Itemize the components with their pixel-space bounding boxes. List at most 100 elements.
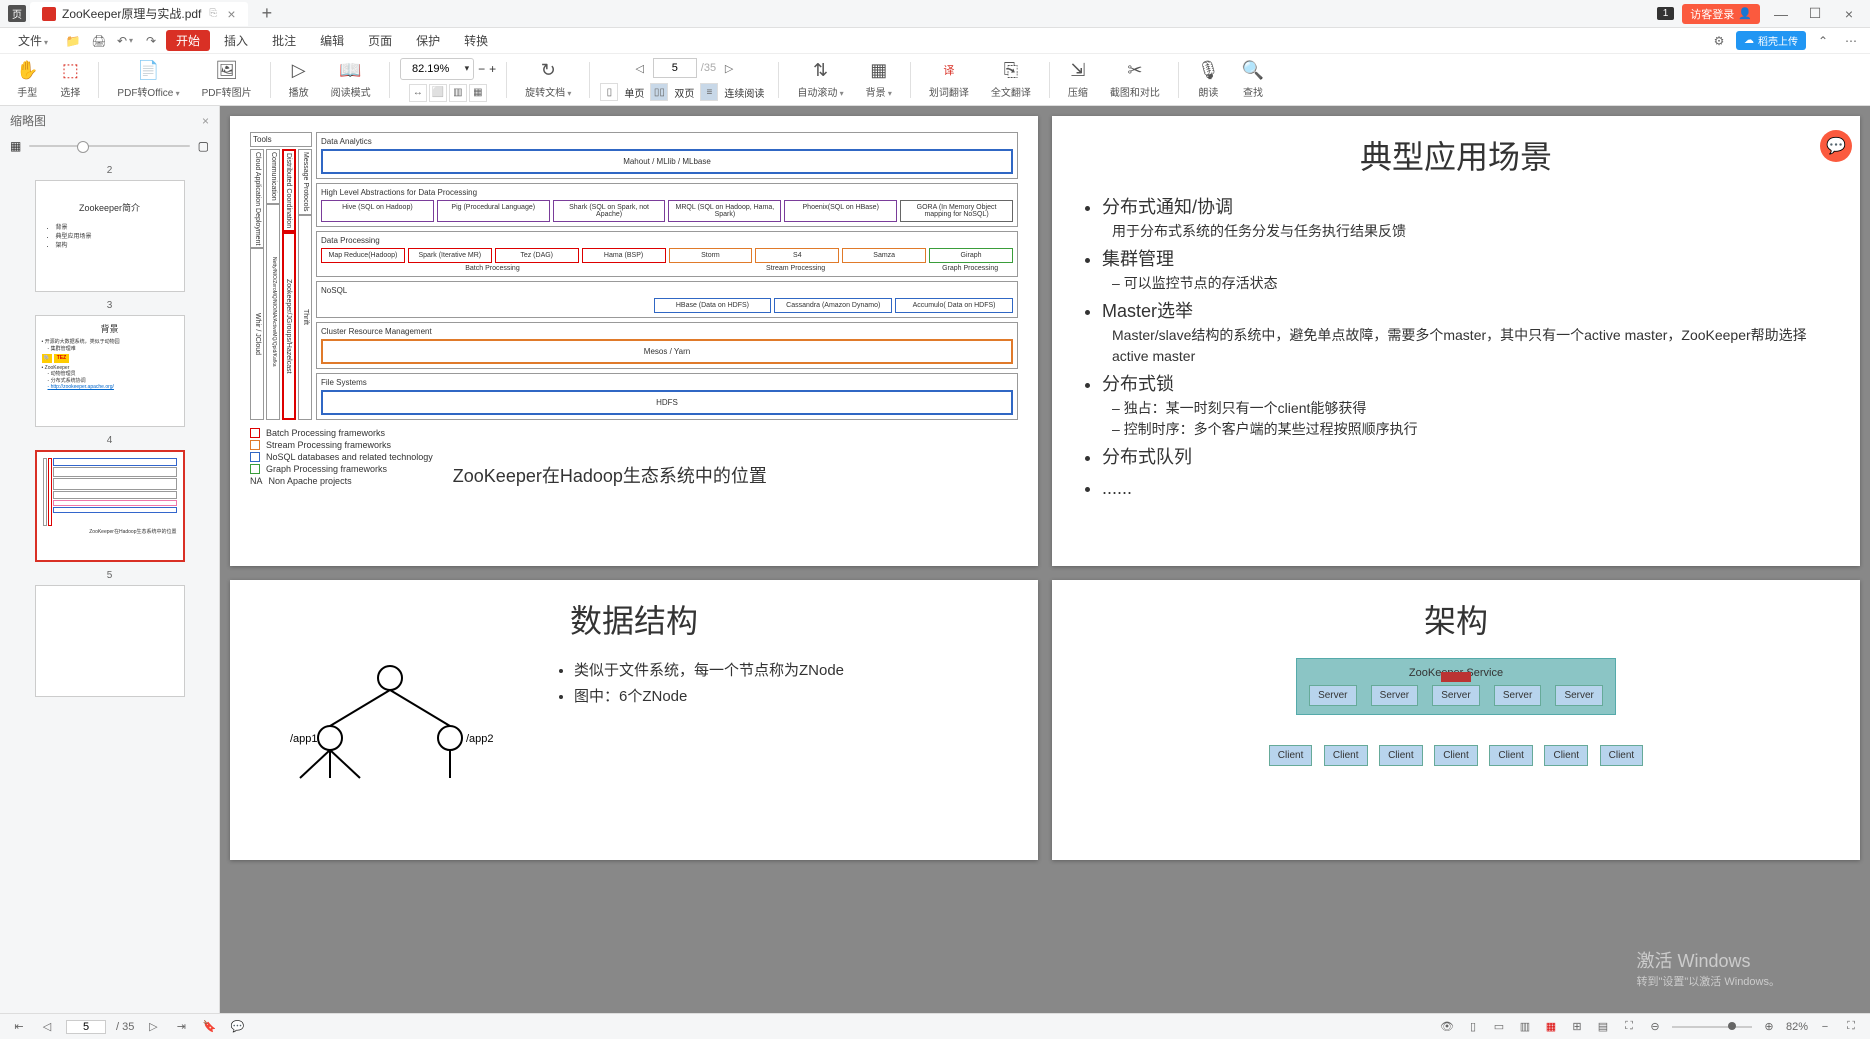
thumbnail-title: 缩略图 <box>10 112 46 129</box>
menu-annotate[interactable]: 批注 <box>262 30 306 51</box>
menu-start[interactable]: 开始 <box>166 30 210 51</box>
more-icon[interactable]: ⋯ <box>1840 30 1862 52</box>
cloud-upload-button[interactable]: ☁稻壳上传 <box>1736 31 1806 50</box>
last-page-icon[interactable]: ⇥ <box>172 1018 190 1036</box>
comment-icon[interactable]: 💬 <box>228 1018 246 1036</box>
double-page-icon[interactable]: ▯▯ <box>650 83 668 101</box>
menu-protect[interactable]: 保护 <box>406 30 450 51</box>
minimize-button[interactable]: — <box>1768 6 1794 22</box>
menu-insert[interactable]: 插入 <box>214 30 258 51</box>
menu-file[interactable]: 文件 <box>8 30 58 51</box>
page8-title: 架构 <box>1072 596 1840 642</box>
tool-search[interactable]: 🔍查找 <box>1234 60 1272 99</box>
bookmark-icon[interactable]: 🔖 <box>200 1018 218 1036</box>
add-tab-button[interactable]: + <box>262 3 273 24</box>
close-tab-icon[interactable]: × <box>227 6 235 22</box>
tool-pdf-image[interactable]: 🖼PDF转图片 <box>194 60 260 99</box>
prev-page-icon[interactable]: ◁ <box>38 1018 56 1036</box>
tool-background[interactable]: ▦背景 <box>858 60 900 99</box>
status-page-total: / 35 <box>116 1021 134 1033</box>
thumbnail-5[interactable] <box>35 585 185 697</box>
status-page-input[interactable] <box>66 1020 106 1034</box>
notification-count[interactable]: 1 <box>1657 7 1675 20</box>
thumbnail-2[interactable]: Zookeeper简介 背景典型应用场景架构 <box>35 180 185 292</box>
page-next-icon[interactable]: ▷ <box>720 62 738 75</box>
redo-icon[interactable]: ↷ <box>140 30 162 52</box>
zoom-input-box[interactable]: ▾ <box>400 58 475 80</box>
tab-title: ZooKeeper原理与实战.pdf <box>62 5 201 22</box>
eye-icon[interactable]: 👁 <box>1438 1018 1456 1036</box>
layout-5-icon[interactable]: ⊞ <box>1568 1018 1586 1036</box>
windows-watermark: 激活 Windows 转到"设置"以激活 Windows。 <box>1637 947 1781 989</box>
thumbnail-3[interactable]: 背景 • 开源的大数据系统，类似于动物园 - 集群管理难 🐘TEZ • ZooK… <box>35 315 185 427</box>
zoom-slider[interactable] <box>1672 1026 1752 1028</box>
fullscreen-icon[interactable]: ⛶ <box>1842 1018 1860 1036</box>
view-mode-2-icon[interactable]: ▦ <box>469 84 487 102</box>
close-panel-icon[interactable]: × <box>202 114 209 128</box>
zoom-out-icon[interactable]: − <box>478 62 485 76</box>
tool-rotate[interactable]: ↻旋转文档 <box>517 60 579 99</box>
fit-width-icon[interactable]: ↔ <box>409 84 427 102</box>
tool-word-translate[interactable]: 译划词翻译 <box>921 60 977 99</box>
thumbnail-4[interactable]: ZooKeeper在Hadoop生态系统中的位置 <box>35 450 185 562</box>
architecture-diagram: ZooKeeper Service Server Server Server S… <box>1296 658 1616 715</box>
open-icon[interactable]: 📁 <box>62 30 84 52</box>
tool-select[interactable]: ⬚选择 <box>52 60 88 99</box>
page-viewport[interactable]: Tools Cloud Application DeploymentWhir /… <box>220 106 1870 1013</box>
zoom-input[interactable] <box>401 63 461 75</box>
print-icon[interactable]: 🖨 <box>88 30 110 52</box>
login-button[interactable]: 访客登录👤 <box>1682 4 1760 24</box>
thumb-size-slider[interactable] <box>29 145 189 147</box>
page-indicator[interactable]: 页 <box>8 5 26 22</box>
close-window-button[interactable]: × <box>1836 6 1862 22</box>
status-zoom-out-icon[interactable]: ⊖ <box>1646 1018 1664 1036</box>
next-page-icon[interactable]: ▷ <box>144 1018 162 1036</box>
tool-play[interactable]: ▷播放 <box>281 60 317 99</box>
tool-compress[interactable]: ⇲压缩 <box>1060 60 1096 99</box>
layout-2-icon[interactable]: ▭ <box>1490 1018 1508 1036</box>
page6-title: 典型应用场景 <box>1072 132 1840 178</box>
menu-edit[interactable]: 编辑 <box>310 30 354 51</box>
tab-menu-icon[interactable]: ⎘ <box>209 8 217 19</box>
view-mode-1-icon[interactable]: ▥ <box>449 84 467 102</box>
float-action-button[interactable]: 💬 <box>1820 130 1852 162</box>
layout-6-icon[interactable]: ▤ <box>1594 1018 1612 1036</box>
main-area: 缩略图 × ▦ ▢ 2 Zookeeper简介 背景典型应用场景架构 3 背景 … <box>0 106 1870 1013</box>
undo-icon[interactable]: ↶ <box>114 30 136 52</box>
continuous-icon[interactable]: ≡ <box>700 83 718 101</box>
maximize-button[interactable]: ☐ <box>1802 5 1828 22</box>
pdf-icon <box>42 7 56 21</box>
menu-convert[interactable]: 转换 <box>454 30 498 51</box>
thumb-grid-icon[interactable]: ▦ <box>10 139 21 153</box>
layout-4-icon[interactable]: ▦ <box>1542 1018 1560 1036</box>
tool-hand[interactable]: ✋手型 <box>8 60 46 99</box>
thumbnail-panel: 缩略图 × ▦ ▢ 2 Zookeeper简介 背景典型应用场景架构 3 背景 … <box>0 106 220 1013</box>
status-minus-icon[interactable]: − <box>1816 1018 1834 1036</box>
document-tab[interactable]: ZooKeeper原理与实战.pdf ⎘ × <box>30 2 248 26</box>
status-zoom-in-icon[interactable]: ⊕ <box>1760 1018 1778 1036</box>
fit-page-icon[interactable]: ⬜ <box>429 84 447 102</box>
settings-icon[interactable]: ⚙ <box>1708 30 1730 52</box>
tool-full-translate[interactable]: ⎘全文翻译 <box>983 60 1039 99</box>
svg-text:/app2: /app2 <box>466 733 494 745</box>
page-prev-icon[interactable]: ◁ <box>631 62 649 75</box>
thumbnail-list[interactable]: 2 Zookeeper简介 背景典型应用场景架构 3 背景 • 开源的大数据系统… <box>0 157 219 1013</box>
zoom-in-icon[interactable]: + <box>489 62 496 76</box>
page-input[interactable] <box>653 58 697 78</box>
tool-read-aloud[interactable]: 🎙朗读 <box>1189 60 1228 99</box>
layout-1-icon[interactable]: ▯ <box>1464 1018 1482 1036</box>
fit-icon[interactable]: ⛶ <box>1620 1018 1638 1036</box>
tool-pdf-office[interactable]: 📄PDF转Office <box>109 60 187 99</box>
page7-bullets: 类似于文件系统，每一个节点称为ZNode 图中：6个ZNode <box>550 658 844 709</box>
page5-caption: ZooKeeper在Hadoop生态系统中的位置 <box>453 462 767 488</box>
thumb-large-icon[interactable]: ▢ <box>198 139 209 153</box>
single-page-icon[interactable]: ▯ <box>600 83 618 101</box>
tool-screenshot[interactable]: ✂截图和对比 <box>1102 60 1168 99</box>
layout-3-icon[interactable]: ▥ <box>1516 1018 1534 1036</box>
collapse-ribbon-icon[interactable]: ⌃ <box>1812 30 1834 52</box>
tool-read-mode[interactable]: 📖阅读模式 <box>323 60 379 99</box>
first-page-icon[interactable]: ⇤ <box>10 1018 28 1036</box>
menu-page[interactable]: 页面 <box>358 30 402 51</box>
page-7: 数据结构 /app1 /app2 <box>230 580 1038 860</box>
tool-auto-scroll[interactable]: ⇅自动滚动 <box>789 60 851 99</box>
